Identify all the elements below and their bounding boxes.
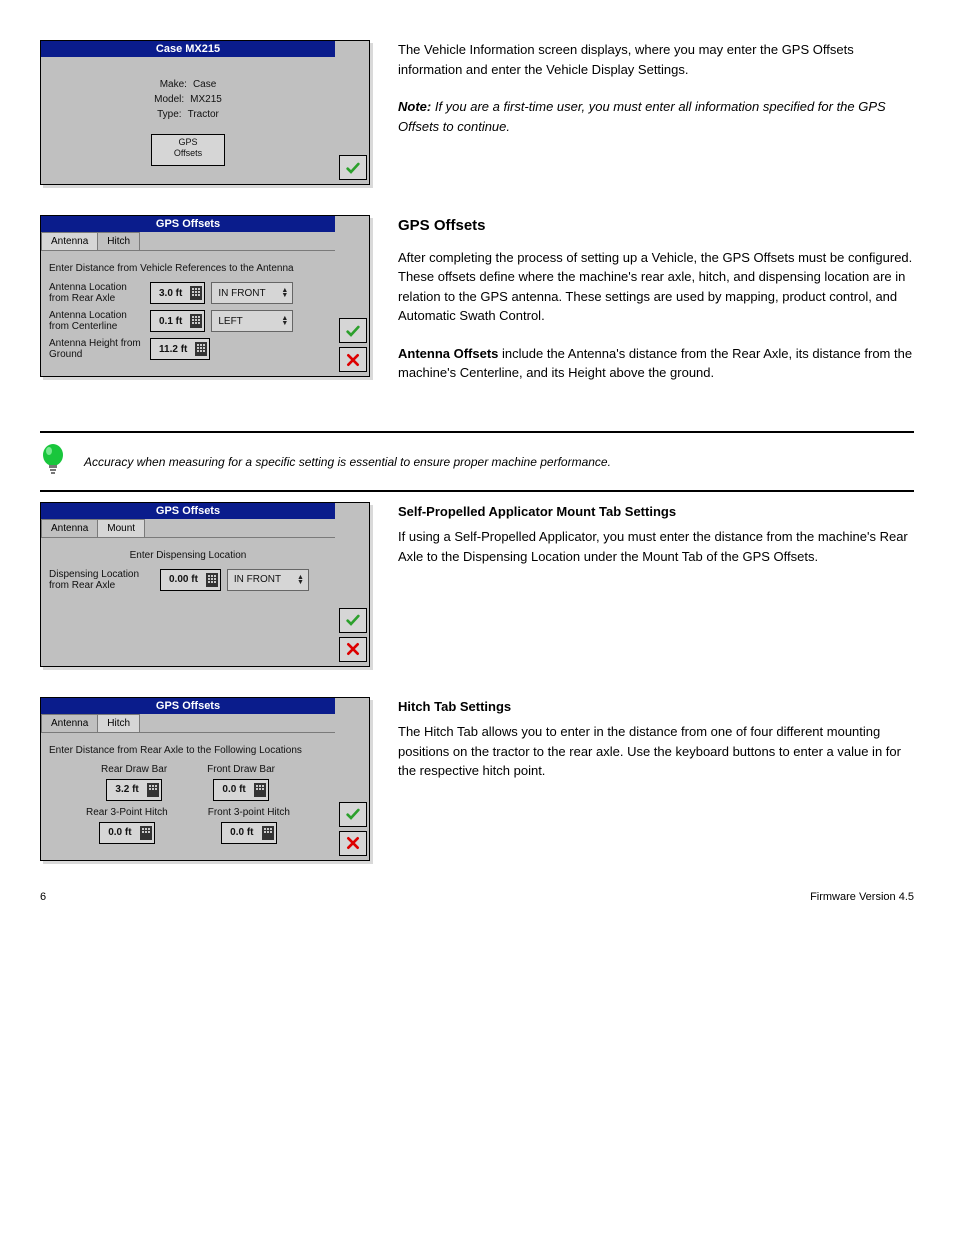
model-value: MX215 — [190, 94, 222, 105]
tip-text: Accuracy when measuring for a specific s… — [84, 455, 914, 469]
keypad-icon[interactable] — [145, 781, 161, 799]
make-label: Make: — [160, 79, 187, 90]
dispensing-direction[interactable]: IN FRONT▲▼ — [227, 569, 309, 591]
hitch-instructions: Enter Distance from Rear Axle to the Fol… — [49, 745, 327, 756]
mount-heading: Self-Propelled Applicator Mount Tab Sett… — [398, 502, 914, 522]
keypad-icon[interactable] — [138, 824, 154, 842]
tab-antenna[interactable]: Antenna — [41, 519, 98, 537]
gps-offsets-button[interactable]: GPSOffsets — [151, 134, 225, 166]
cancel-button[interactable] — [339, 637, 367, 662]
rear-axle-input[interactable]: 3.0 ft — [150, 282, 205, 304]
gps-offsets-antenna-window: GPS Offsets Antenna Hitch Enter Distance… — [40, 215, 370, 377]
make-value: Case — [193, 79, 216, 90]
gps-offsets-mount-window: GPS Offsets Antenna Mount Enter Dispensi… — [40, 502, 370, 667]
front-3pt-input[interactable]: 0.0 ft — [221, 822, 276, 844]
vehicle-info-text: The Vehicle Information screen displays,… — [398, 40, 914, 79]
keypad-icon[interactable] — [252, 781, 268, 799]
page-number: 6 — [40, 891, 46, 903]
centerline-direction[interactable]: LEFT▲▼ — [211, 310, 293, 332]
window-title: GPS Offsets — [41, 216, 335, 232]
accept-button[interactable] — [339, 155, 367, 180]
keypad-icon[interactable] — [188, 312, 204, 330]
centerline-label: Antenna Location from Centerline — [49, 310, 144, 332]
type-label: Type: — [157, 109, 181, 120]
model-label: Model: — [154, 94, 184, 105]
hitch-heading: Hitch Tab Settings — [398, 697, 914, 717]
tab-antenna[interactable]: Antenna — [41, 714, 98, 732]
keypad-icon[interactable] — [204, 571, 220, 589]
rear-drawbar-input[interactable]: 3.2 ft — [106, 779, 161, 801]
type-value: Tractor — [188, 109, 219, 120]
divider — [40, 431, 914, 433]
accept-button[interactable] — [339, 608, 367, 633]
keypad-icon[interactable] — [260, 824, 276, 842]
dispensing-label: Dispensing Location from Rear Axle — [49, 569, 154, 591]
centerline-input[interactable]: 0.1 ft — [150, 310, 205, 332]
tab-mount[interactable]: Mount — [97, 519, 145, 537]
rear-axle-direction[interactable]: IN FRONT▲▼ — [211, 282, 293, 304]
accept-button[interactable] — [339, 802, 367, 827]
rear-3pt-input[interactable]: 0.0 ft — [99, 822, 154, 844]
mount-para: If using a Self-Propelled Applicator, yo… — [398, 527, 914, 566]
height-input[interactable]: 11.2 ft — [150, 338, 210, 360]
firmware-version: Firmware Version 4.5 — [810, 891, 914, 903]
rear-3pt-label: Rear 3-Point Hitch — [86, 807, 168, 818]
keypad-icon[interactable] — [188, 284, 204, 302]
gps-offsets-heading: GPS Offsets — [398, 215, 914, 238]
tip-icon — [40, 443, 66, 482]
height-label: Antenna Height from Ground — [49, 338, 144, 360]
cancel-button[interactable] — [339, 347, 367, 372]
vehicle-info-window: Case MX215 Make: Case Model: MX215 Type: Tr… — [40, 40, 370, 185]
gps-offsets-hitch-window: GPS Offsets Antenna Hitch Enter Distance… — [40, 697, 370, 861]
mount-instructions: Enter Dispensing Location — [49, 550, 327, 561]
front-3pt-label: Front 3-point Hitch — [208, 807, 290, 818]
divider — [40, 490, 914, 492]
cancel-button[interactable] — [339, 831, 367, 856]
tab-hitch[interactable]: Hitch — [97, 232, 140, 250]
gps-offsets-para1: After completing the process of setting … — [398, 248, 914, 326]
tab-hitch[interactable]: Hitch — [97, 714, 140, 732]
rear-drawbar-label: Rear Draw Bar — [101, 764, 167, 775]
hitch-para: The Hitch Tab allows you to enter in the… — [398, 722, 914, 781]
window-title: GPS Offsets — [41, 698, 335, 714]
front-drawbar-input[interactable]: 0.0 ft — [213, 779, 268, 801]
accept-button[interactable] — [339, 318, 367, 343]
keypad-icon[interactable] — [193, 340, 209, 358]
antenna-instructions: Enter Distance from Vehicle References t… — [49, 263, 327, 274]
front-drawbar-label: Front Draw Bar — [207, 764, 275, 775]
window-title: GPS Offsets — [41, 503, 335, 519]
tab-antenna[interactable]: Antenna — [41, 232, 98, 250]
dispensing-input[interactable]: 0.00 ft — [160, 569, 221, 591]
window-title: Case MX215 — [41, 41, 335, 57]
rear-axle-label: Antenna Location from Rear Axle — [49, 282, 144, 304]
